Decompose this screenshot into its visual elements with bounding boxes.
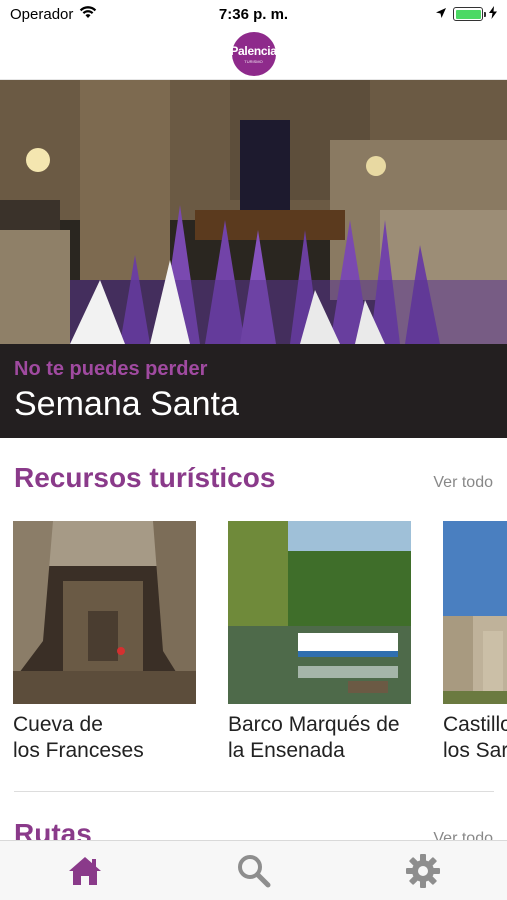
search-icon <box>237 854 270 887</box>
card-image-castle <box>443 521 507 704</box>
card-image-boat <box>228 521 411 704</box>
location-arrow-icon <box>435 6 447 23</box>
logo-text: Palencia <box>230 43 277 58</box>
gear-icon <box>405 853 440 888</box>
battery-icon <box>453 7 486 21</box>
tab-home[interactable] <box>45 843 125 899</box>
recursos-section-header: Recursos turísticos Ver todo <box>14 462 493 494</box>
hero-title: Semana Santa <box>14 385 239 423</box>
see-all-recursos-link[interactable]: Ver todo <box>433 474 493 492</box>
hero-caption: No te puedes perder Semana Santa <box>0 344 507 438</box>
status-right <box>435 5 497 23</box>
card-title: Cueva de los Franceses <box>13 713 144 762</box>
hero-kicker: No te puedes perder <box>14 358 208 380</box>
wifi-icon <box>79 5 97 23</box>
tab-search[interactable] <box>214 843 294 899</box>
resource-card[interactable]: Castillo de los Sarmiento <box>443 521 507 764</box>
section-title-recursos: Recursos turísticos <box>14 462 276 493</box>
home-icon <box>68 856 101 885</box>
section-divider <box>14 791 494 792</box>
logo-subtext: TURISMO <box>244 58 263 64</box>
charging-bolt-icon <box>489 5 497 23</box>
carrier-label: Operador <box>10 5 74 23</box>
palencia-logo[interactable]: Palencia TURISMO <box>230 31 277 76</box>
tab-bar <box>0 840 507 900</box>
featured-banner[interactable]: No te puedes perder Semana Santa <box>0 80 507 438</box>
status-bar: Operador 7:36 p. m. <box>0 0 507 28</box>
resource-card[interactable]: Barco Marqués de la Ensenada <box>228 521 411 764</box>
app-header: Palencia TURISMO <box>0 28 507 80</box>
hero-image <box>0 80 507 344</box>
card-title: Barco Marqués de la Ensenada <box>228 713 400 762</box>
resource-card[interactable]: Cueva de los Franceses <box>13 521 196 764</box>
status-left: Operador <box>10 5 97 23</box>
card-title: Castillo de los Sarmiento <box>443 713 507 762</box>
recursos-carousel[interactable]: Cueva de los Franceses Barco Marqués de … <box>13 521 507 771</box>
tab-settings[interactable] <box>383 843 463 899</box>
card-image-cave <box>13 521 196 704</box>
